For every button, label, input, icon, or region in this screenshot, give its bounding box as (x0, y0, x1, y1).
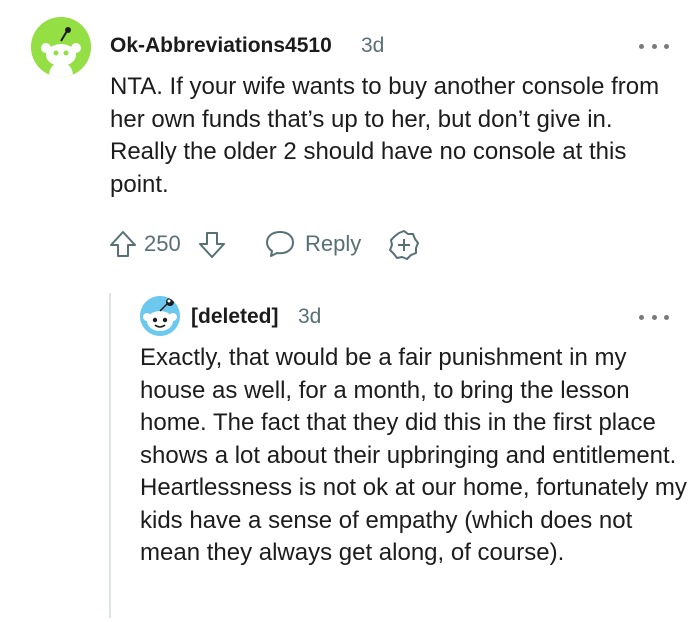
comment-author[interactable]: [deleted] (191, 305, 279, 329)
comment-top: Ok-Abbreviations4510 3d NTA. If your wif… (0, 0, 700, 290)
comment-reply: [deleted] 3d Exactly, that would be a fa… (120, 290, 700, 622)
comment-body: NTA. If your wife wants to buy another c… (110, 73, 660, 198)
plus-circle-icon[interactable] (388, 229, 420, 261)
avatar[interactable] (140, 296, 180, 336)
upvote-arrow-icon[interactable] (108, 229, 138, 259)
comment-timestamp[interactable]: 3d (361, 34, 384, 58)
reply-button[interactable]: Reply (305, 231, 361, 257)
speech-bubble-icon[interactable] (264, 229, 296, 259)
comment-body: Exactly, that would be a fair punishment… (140, 344, 687, 566)
comment-actions: 250 Reply (104, 225, 444, 261)
more-options-icon[interactable] (639, 36, 669, 56)
thread-line[interactable] (109, 293, 111, 618)
snoo-avatar-icon (31, 17, 91, 77)
comment-timestamp[interactable]: 3d (298, 305, 321, 329)
vote-count: 250 (144, 231, 181, 256)
snoo-avatar-icon (140, 296, 180, 336)
downvote-arrow-icon[interactable] (197, 230, 227, 260)
avatar[interactable] (31, 17, 91, 77)
more-options-icon[interactable] (639, 307, 669, 327)
comment-author[interactable]: Ok-Abbreviations4510 (110, 34, 332, 58)
